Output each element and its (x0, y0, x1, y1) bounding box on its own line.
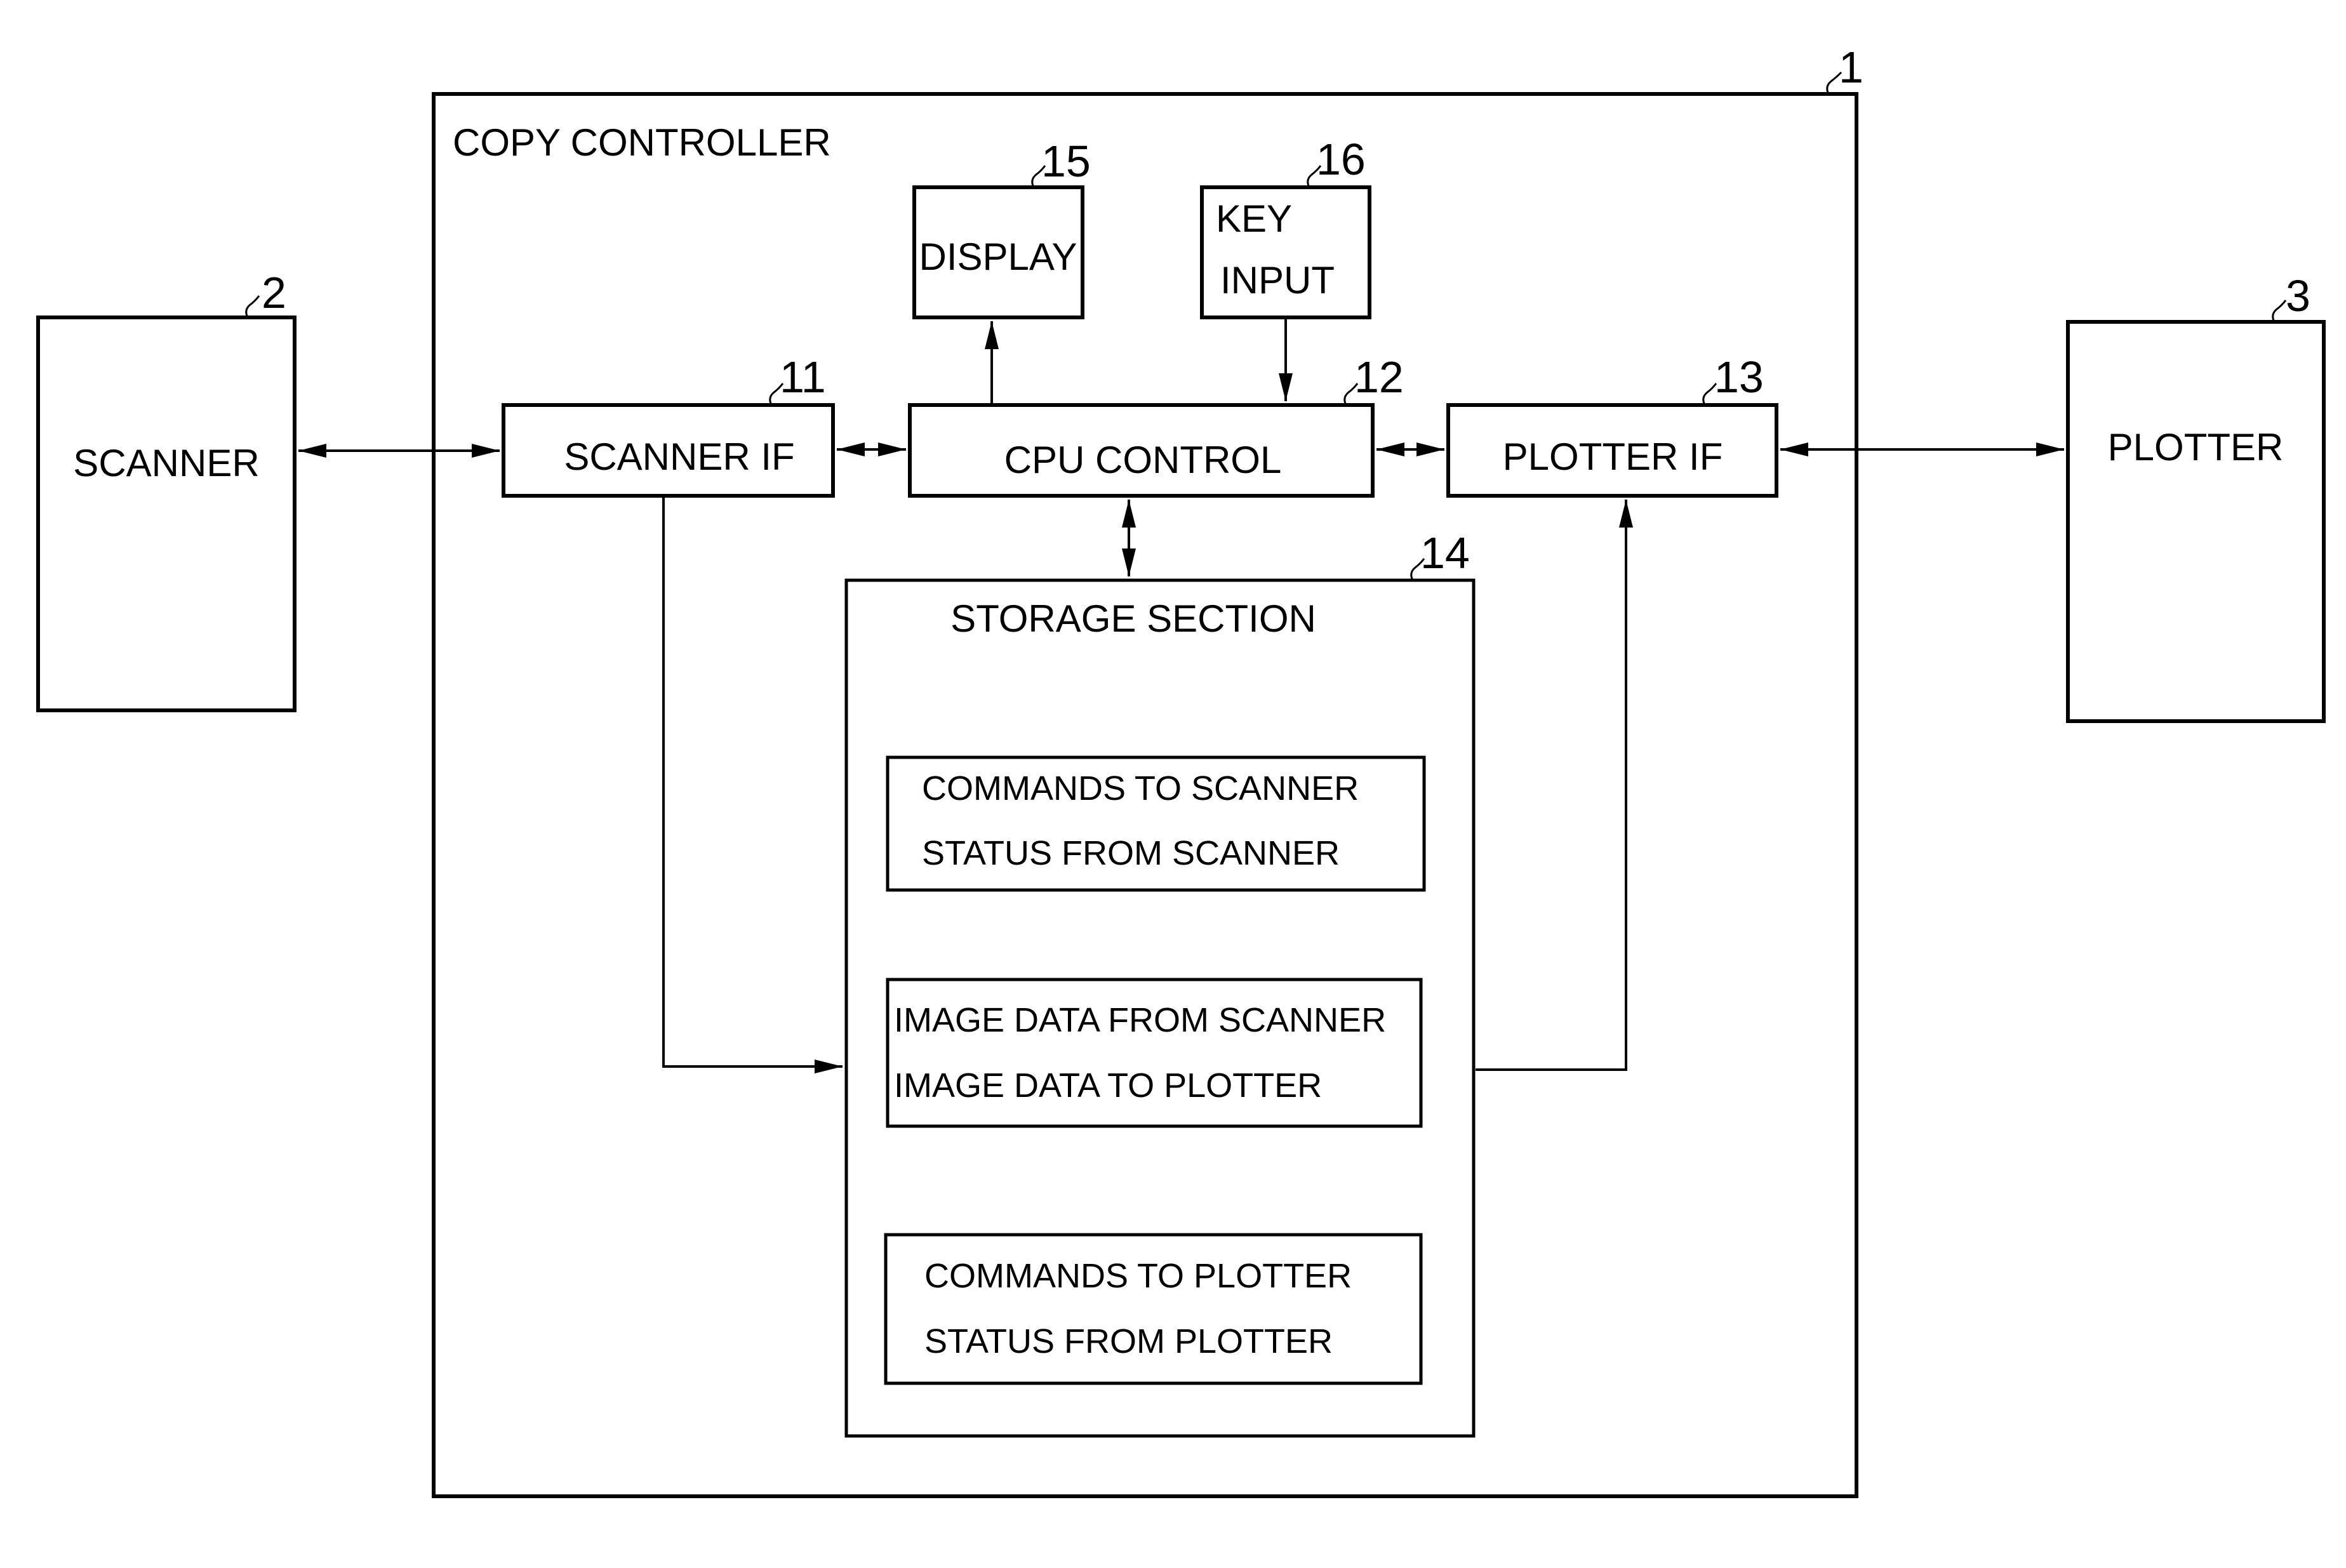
storage-area-line: IMAGE DATA TO PLOTTER (894, 1066, 1322, 1105)
storage-area-image-data: IMAGE DATA FROM SCANNER IMAGE DATA TO PL… (886, 978, 1423, 1128)
display-label: DISPLAY (919, 236, 1077, 278)
key-input-label-line1: KEY (1216, 197, 1292, 240)
ref-number-3: 3 (2286, 271, 2310, 321)
storage-area-line: COMMANDS TO SCANNER (922, 769, 1359, 807)
block-diagram: COPY CONTROLLER 1 SCANNER 2 PLOTTER 3 SC… (36, 43, 2326, 1498)
storage-section-label: STORAGE SECTION (950, 597, 1316, 640)
scanner-label: SCANNER (73, 442, 259, 484)
scanner-if-label: SCANNER IF (564, 435, 794, 478)
scanner-block: SCANNER 2 (36, 268, 297, 712)
ref-number-12: 12 (1354, 352, 1404, 402)
key-input-label-line2: INPUT (1220, 259, 1335, 302)
ref-leader (245, 295, 260, 318)
ref-leader (2272, 300, 2287, 322)
ref-number-15: 15 (1041, 136, 1091, 186)
storage-section-block: STORAGE SECTION 14 COMMANDS TO SCANNER S… (844, 528, 1476, 1438)
cpu-control-label: CPU CONTROL (1004, 439, 1282, 481)
ref-number-13: 13 (1714, 352, 1764, 402)
plotter-label: PLOTTER (2108, 426, 2284, 468)
storage-area-scanner-commands: COMMANDS TO SCANNER STATUS FROM SCANNER (886, 755, 1426, 892)
ref-number-2: 2 (262, 268, 286, 317)
storage-area-line: STATUS FROM PLOTTER (924, 1322, 1333, 1360)
storage-area-line: COMMANDS TO PLOTTER (924, 1257, 1352, 1295)
ref-number-11: 11 (780, 352, 826, 402)
ref-number-14: 14 (1420, 528, 1470, 578)
plotter-if-label: PLOTTER IF (1503, 435, 1723, 478)
storage-area-plotter-commands: COMMANDS TO PLOTTER STATUS FROM PLOTTER (884, 1233, 1423, 1385)
storage-area-line: IMAGE DATA FROM SCANNER (894, 1001, 1386, 1039)
copy-controller-label: COPY CONTROLLER (453, 121, 831, 164)
ref-number-16: 16 (1316, 135, 1366, 184)
plotter-block: PLOTTER 3 (2066, 271, 2326, 723)
ref-number-1: 1 (1839, 43, 1863, 92)
storage-area-line: STATUS FROM SCANNER (922, 834, 1340, 872)
